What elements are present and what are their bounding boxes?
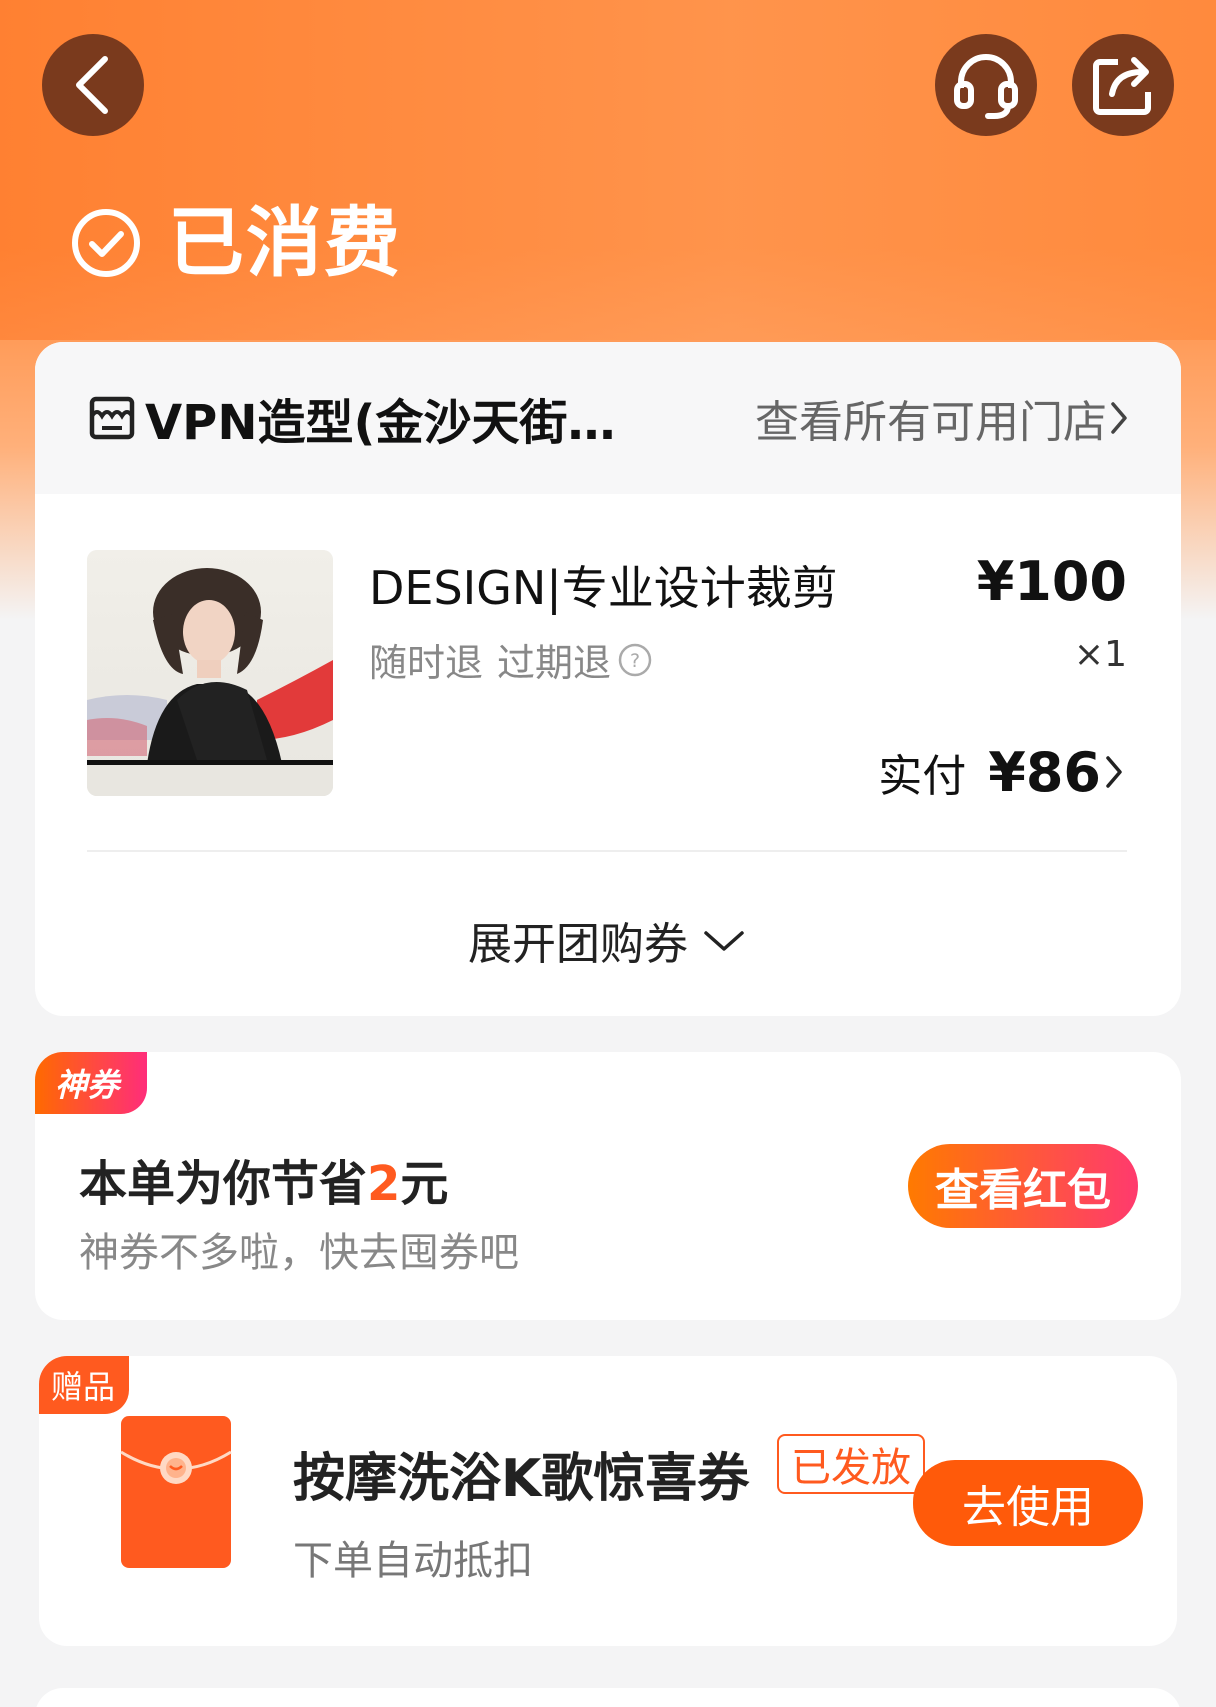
question-icon[interactable]: ?	[617, 642, 653, 678]
coupon-savings: 本单为你节省2元	[79, 1144, 448, 1214]
next-card	[35, 1688, 1181, 1707]
savings-suffix: 元	[400, 1156, 449, 1212]
share-icon	[1093, 57, 1151, 115]
gift-tag: 赠品	[39, 1356, 130, 1414]
product-image	[87, 550, 333, 796]
savings-amount: 2	[367, 1156, 401, 1212]
product-price: ¥100	[976, 550, 1127, 613]
chevron-right-icon	[1111, 402, 1127, 434]
share-button[interactable]	[1072, 34, 1174, 136]
coupon-subtitle: 神券不多啦，快去囤券吧	[79, 1230, 519, 1276]
product-title: DESIGN|专业设计裁剪	[369, 561, 838, 615]
store-bar[interactable]: VPN造型(金沙天街… 查看所有可用门店	[35, 342, 1181, 494]
use-gift-button[interactable]: 去使用	[913, 1460, 1143, 1546]
customer-service-button[interactable]	[935, 34, 1037, 136]
product-item[interactable]: DESIGN|专业设计裁剪 随时退 过期退 ? ¥100 ×1 实付 ¥86	[87, 550, 1127, 804]
order-card: VPN造型(金沙天街… 查看所有可用门店 DESIGN|专业设计裁剪 随时退 过…	[35, 342, 1181, 1016]
issued-badge: 已发放	[777, 1434, 925, 1494]
back-icon	[76, 56, 108, 114]
savings-prefix: 本单为你节省	[79, 1156, 368, 1212]
coupon-card: 神券 本单为你节省2元 神券不多啦，快去囤券吧 查看红包	[35, 1052, 1181, 1320]
back-button[interactable]	[42, 34, 144, 136]
view-all-stores-link[interactable]: 查看所有可用门店	[755, 386, 1131, 450]
status-text: 已消费	[168, 198, 402, 287]
paid-label: 实付	[878, 751, 967, 802]
coupon-tag: 神券	[35, 1052, 148, 1114]
gift-card: 赠品 按摩洗浴K歌惊喜券 已发放 下单自动抵扣 去使用	[39, 1356, 1177, 1646]
red-envelope-icon	[120, 1416, 232, 1568]
gift-subtitle: 下单自动抵扣	[293, 1538, 533, 1584]
store-name: VPN造型(金沙天街…	[145, 395, 616, 451]
svg-text:?: ?	[630, 650, 640, 672]
product-quantity: ×1	[1073, 634, 1127, 675]
view-all-stores-label: 查看所有可用门店	[755, 397, 1107, 448]
chevron-down-icon	[704, 931, 744, 951]
tag-refund-expired: 过期退	[497, 641, 612, 685]
divider	[87, 850, 1127, 852]
tag-refund-anytime: 随时退	[369, 641, 484, 685]
paid-amount: ¥86	[988, 740, 1101, 804]
check-circle-icon	[72, 209, 140, 277]
refund-tags: 随时退 过期退 ?	[369, 632, 653, 687]
view-red-packet-button[interactable]: 查看红包	[908, 1144, 1138, 1228]
paid-amount-row[interactable]: 实付 ¥86	[878, 740, 1127, 804]
expand-vouchers-label: 展开团购券	[468, 919, 688, 970]
expand-vouchers-button[interactable]: 展开团购券	[35, 908, 1181, 972]
gift-title: 按摩洗浴K歌惊喜券	[293, 1449, 750, 1509]
store-icon	[89, 396, 135, 440]
chevron-right-icon	[1106, 756, 1122, 788]
headset-icon	[954, 54, 1018, 119]
order-status: 已消费	[70, 198, 402, 288]
